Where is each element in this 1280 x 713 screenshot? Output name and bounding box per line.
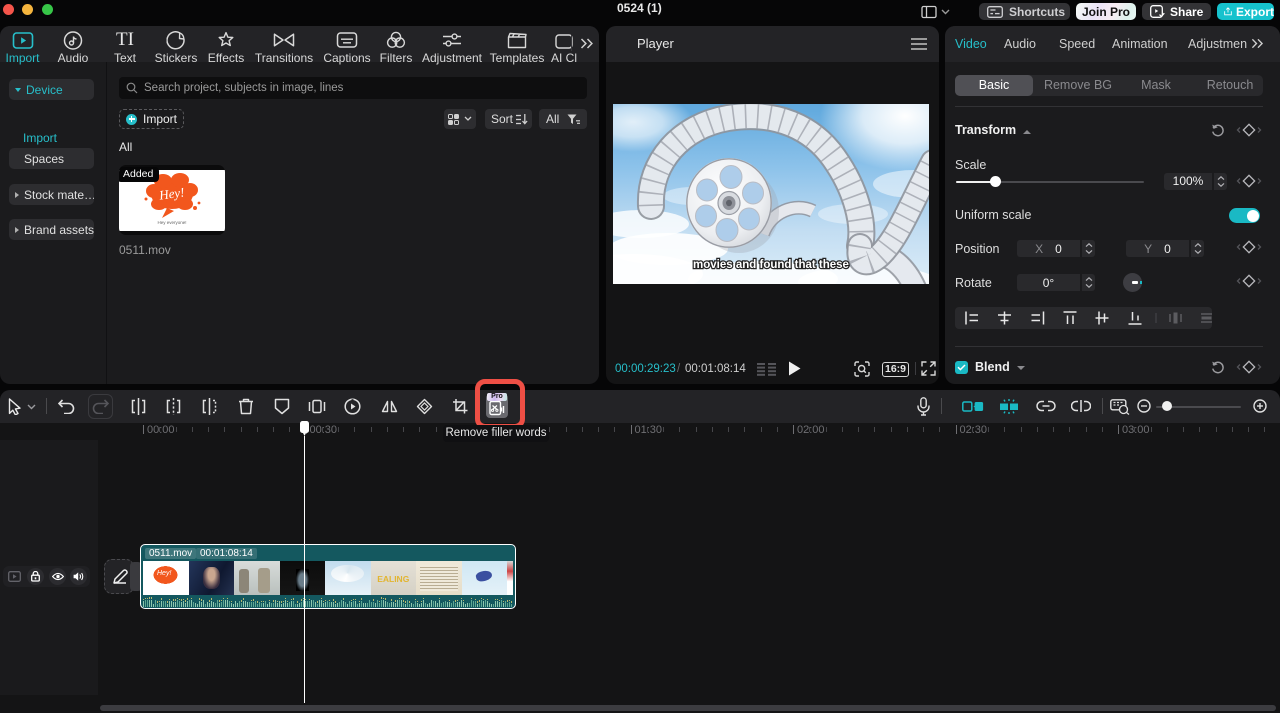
svg-text:movies and found that these: movies and found that these — [693, 259, 849, 271]
